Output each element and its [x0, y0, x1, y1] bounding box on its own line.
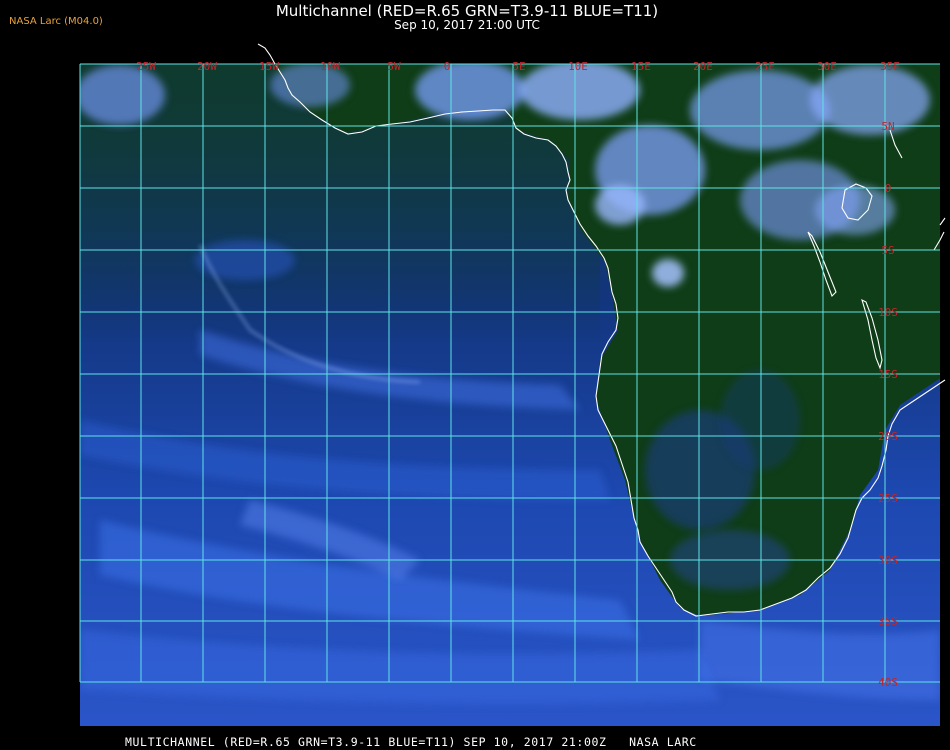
- latitude-label: 10S: [878, 306, 898, 319]
- longitude-label: 25W: [136, 60, 156, 73]
- longitude-label: 15W: [259, 60, 279, 73]
- longitude-label: 20E: [693, 60, 713, 73]
- longitude-label: 0: [444, 60, 451, 73]
- satellite-image: [80, 64, 940, 726]
- longitude-label: 20W: [197, 60, 217, 73]
- longitude-label: 30E: [817, 60, 837, 73]
- latitude-label: 40S: [878, 676, 898, 689]
- longitude-label: 5W: [387, 60, 401, 73]
- latitude-label: 20S: [878, 430, 898, 443]
- longitude-label: 10W: [320, 60, 340, 73]
- map-timestamp: Sep 10, 2017 21:00 UTC: [394, 18, 540, 32]
- latitude-label: 25S: [878, 492, 898, 505]
- latitude-label: 5S: [881, 244, 894, 257]
- latitude-label: 15S: [878, 368, 898, 381]
- satellite-map: 25W 20W 15W 10W 5W 0 5E 10E 15E 20E 25E 30E 35E 5N 0 5…: [79, 43, 946, 726]
- longitude-label: 25E: [755, 60, 775, 73]
- longitude-label: 15E: [631, 60, 651, 73]
- latitude-label: 0: [885, 182, 892, 195]
- longitude-label: 10E: [568, 60, 588, 73]
- longitude-label: 5E: [512, 60, 525, 73]
- latitude-label: 5N: [881, 120, 894, 133]
- latitude-label: 30S: [878, 554, 898, 567]
- longitude-label: 35E: [880, 60, 900, 73]
- footer-caption: MULTICHANNEL (RED=R.65 GRN=T3.9-11 BLUE=…: [125, 735, 697, 749]
- latitude-label: 35S: [878, 615, 898, 628]
